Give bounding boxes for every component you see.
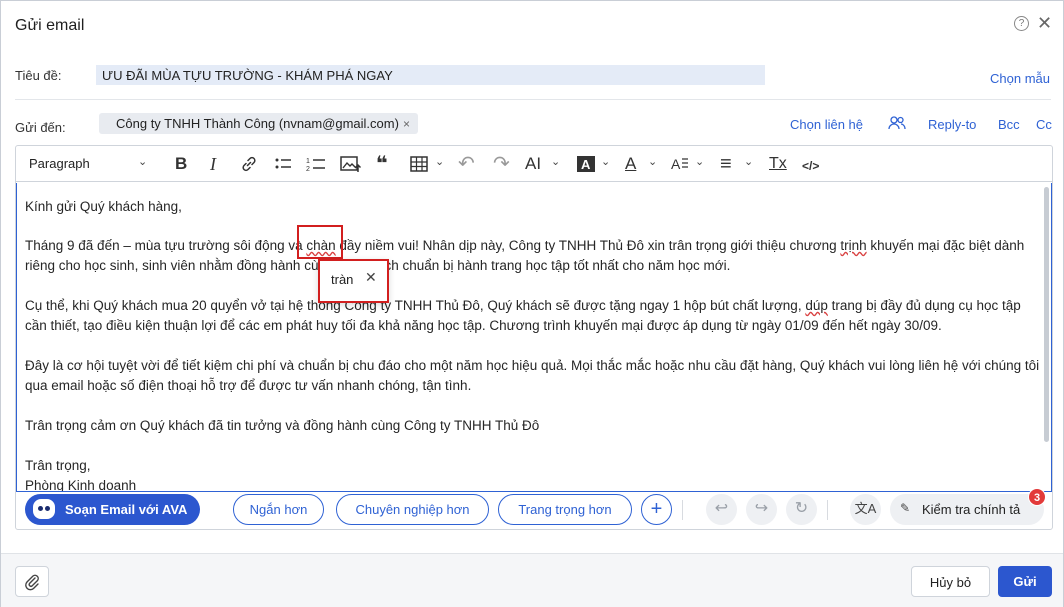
dialog-footer: Hủy bỏ Gửi bbox=[1, 553, 1063, 607]
spelling-suggestion-popup: tràn ✕ bbox=[318, 259, 389, 303]
link-icon[interactable] bbox=[240, 155, 258, 173]
help-icon[interactable]: ? bbox=[1014, 16, 1029, 31]
cc-link[interactable]: Cc bbox=[1036, 117, 1052, 132]
greeting-line: Kính gửi Quý khách hàng, bbox=[25, 199, 182, 214]
dismiss-suggestion-icon[interactable]: ✕ bbox=[365, 269, 377, 286]
chevron-down-icon[interactable]: ⌄ bbox=[551, 155, 560, 168]
line-height-icon[interactable]: A bbox=[671, 155, 689, 173]
email-editor: Paragraph ⌄ B I 12 ❝ ⌄ ↶ ↷ AI ⌄ A ⌄ A ⌄ … bbox=[15, 145, 1053, 530]
choose-contact-link[interactable]: Chọn liên hệ bbox=[790, 117, 863, 132]
add-action-button[interactable]: + bbox=[641, 494, 672, 525]
editor-toolbar: Paragraph ⌄ B I 12 ❝ ⌄ ↶ ↷ AI ⌄ A ⌄ A ⌄ … bbox=[16, 146, 1052, 182]
insert-image-icon[interactable] bbox=[340, 155, 362, 173]
refresh-icon[interactable]: ↻ bbox=[786, 494, 817, 525]
chevron-down-icon[interactable]: ⌄ bbox=[695, 155, 704, 168]
undo-icon[interactable]: ↶ bbox=[458, 154, 475, 174]
misspelled-word-highlight bbox=[297, 225, 343, 259]
misspelled-word[interactable]: dúp bbox=[805, 298, 828, 313]
more-professional-button[interactable]: Chuyên nghiệp hơn bbox=[336, 494, 489, 525]
recipient-chip-label: Công ty TNHH Thành Công (nvnam@gmail.com… bbox=[116, 116, 399, 131]
cancel-button[interactable]: Hủy bỏ bbox=[911, 566, 990, 597]
chevron-down-icon[interactable]: ⌄ bbox=[648, 155, 657, 168]
attachment-icon[interactable] bbox=[15, 566, 49, 597]
redo-icon[interactable]: ↷ bbox=[493, 154, 510, 174]
closing-line: Trân trọng, bbox=[25, 458, 91, 473]
divider bbox=[15, 99, 1051, 100]
divider bbox=[682, 500, 683, 520]
more-formal-button[interactable]: Trang trọng hơn bbox=[498, 494, 632, 525]
editor-scrollbar[interactable] bbox=[1044, 187, 1049, 442]
subject-input[interactable]: ƯU ĐÃI MÙA TỰU TRƯỜNG - KHÁM PHÁ NGAY bbox=[96, 65, 765, 85]
ava-compose-label: Soạn Email với AVA bbox=[65, 502, 188, 517]
suggestion-option[interactable]: tràn bbox=[331, 272, 353, 287]
spellcheck-icon: ✎ bbox=[900, 501, 911, 515]
remove-recipient-icon[interactable]: × bbox=[403, 117, 410, 131]
source-code-icon[interactable]: </> bbox=[802, 157, 819, 175]
body-paragraph-3: Đây là cơ hội tuyệt vời để tiết kiệm chi… bbox=[25, 358, 1040, 393]
spellcheck-label: Kiểm tra chính tả bbox=[922, 502, 1021, 517]
send-button[interactable]: Gửi bbox=[998, 566, 1052, 597]
translate-icon[interactable]: 文A bbox=[850, 494, 881, 525]
chevron-down-icon[interactable]: ⌄ bbox=[138, 155, 147, 168]
divider bbox=[827, 500, 828, 520]
close-icon[interactable]: ✕ bbox=[1037, 13, 1052, 33]
bullet-list-icon[interactable] bbox=[274, 155, 292, 173]
paragraph-format-select[interactable]: Paragraph bbox=[29, 156, 90, 171]
font-size-icon[interactable]: AI bbox=[525, 155, 541, 173]
body-paragraph-2: Cụ thể, khi Quý khách mua 20 quyển vở tạ… bbox=[25, 298, 1021, 333]
body-paragraph-4: Trân trọng cảm ơn Quý khách đã tin tưởng… bbox=[25, 418, 540, 433]
bold-icon[interactable]: B bbox=[175, 155, 187, 173]
spell-error-count-badge: 3 bbox=[1028, 488, 1046, 506]
ava-compose-button[interactable]: Soạn Email với AVA bbox=[25, 494, 200, 525]
table-icon[interactable] bbox=[410, 155, 428, 173]
email-body[interactable]: Kính gửi Quý khách hàng, Tháng 9 đã đến … bbox=[16, 183, 1052, 492]
svg-text:A: A bbox=[671, 156, 681, 172]
text-color-icon[interactable]: A bbox=[625, 155, 636, 173]
bcc-link[interactable]: Bcc bbox=[998, 117, 1020, 132]
svg-text:1: 1 bbox=[306, 158, 310, 165]
send-email-dialog: Gửi email ? ✕ Tiêu đề: ƯU ĐÃI MÙA TỰU TR… bbox=[0, 0, 1064, 607]
dialog-title: Gửi email bbox=[15, 17, 85, 34]
chevron-down-icon[interactable]: ⌄ bbox=[601, 155, 610, 168]
highlight-color-icon[interactable]: A bbox=[577, 155, 595, 173]
forward-icon[interactable]: ↪ bbox=[746, 494, 777, 525]
ava-robot-icon bbox=[33, 499, 55, 519]
align-icon[interactable]: ≡ bbox=[720, 154, 732, 174]
svg-text:2: 2 bbox=[306, 166, 310, 173]
italic-icon[interactable]: I bbox=[210, 155, 216, 173]
chevron-down-icon[interactable]: ⌄ bbox=[435, 155, 444, 168]
signature-line: Phòng Kinh doanh bbox=[25, 478, 137, 492]
contacts-group-icon[interactable] bbox=[888, 116, 906, 133]
shorter-button[interactable]: Ngắn hơn bbox=[233, 494, 324, 525]
subject-label: Tiêu đề: bbox=[15, 68, 62, 83]
body-paragraph-1: Tháng 9 đã đến – mùa tựu trường sôi động… bbox=[25, 238, 1025, 273]
blockquote-icon[interactable]: ❝ bbox=[376, 154, 388, 174]
svg-text:A: A bbox=[581, 157, 591, 172]
clear-format-icon[interactable]: Tx bbox=[769, 155, 787, 173]
choose-template-link[interactable]: Chọn mẫu bbox=[990, 71, 1050, 86]
ai-assistant-bar: Soạn Email với AVA Ngắn hơn Chuyên nghiệ… bbox=[17, 488, 1053, 530]
reply-to-link[interactable]: Reply-to bbox=[928, 117, 976, 132]
spellcheck-button[interactable]: ✎ Kiểm tra chính tả bbox=[890, 494, 1044, 525]
recipient-chip[interactable]: Công ty TNHH Thành Công (nvnam@gmail.com… bbox=[99, 113, 418, 134]
numbered-list-icon[interactable]: 12 bbox=[306, 155, 326, 173]
misspelled-word[interactable]: trịnh bbox=[840, 238, 866, 253]
reply-icon[interactable]: ↩ bbox=[706, 494, 737, 525]
chevron-down-icon[interactable]: ⌄ bbox=[744, 155, 753, 168]
recipients-label: Gửi đến: bbox=[15, 120, 66, 135]
